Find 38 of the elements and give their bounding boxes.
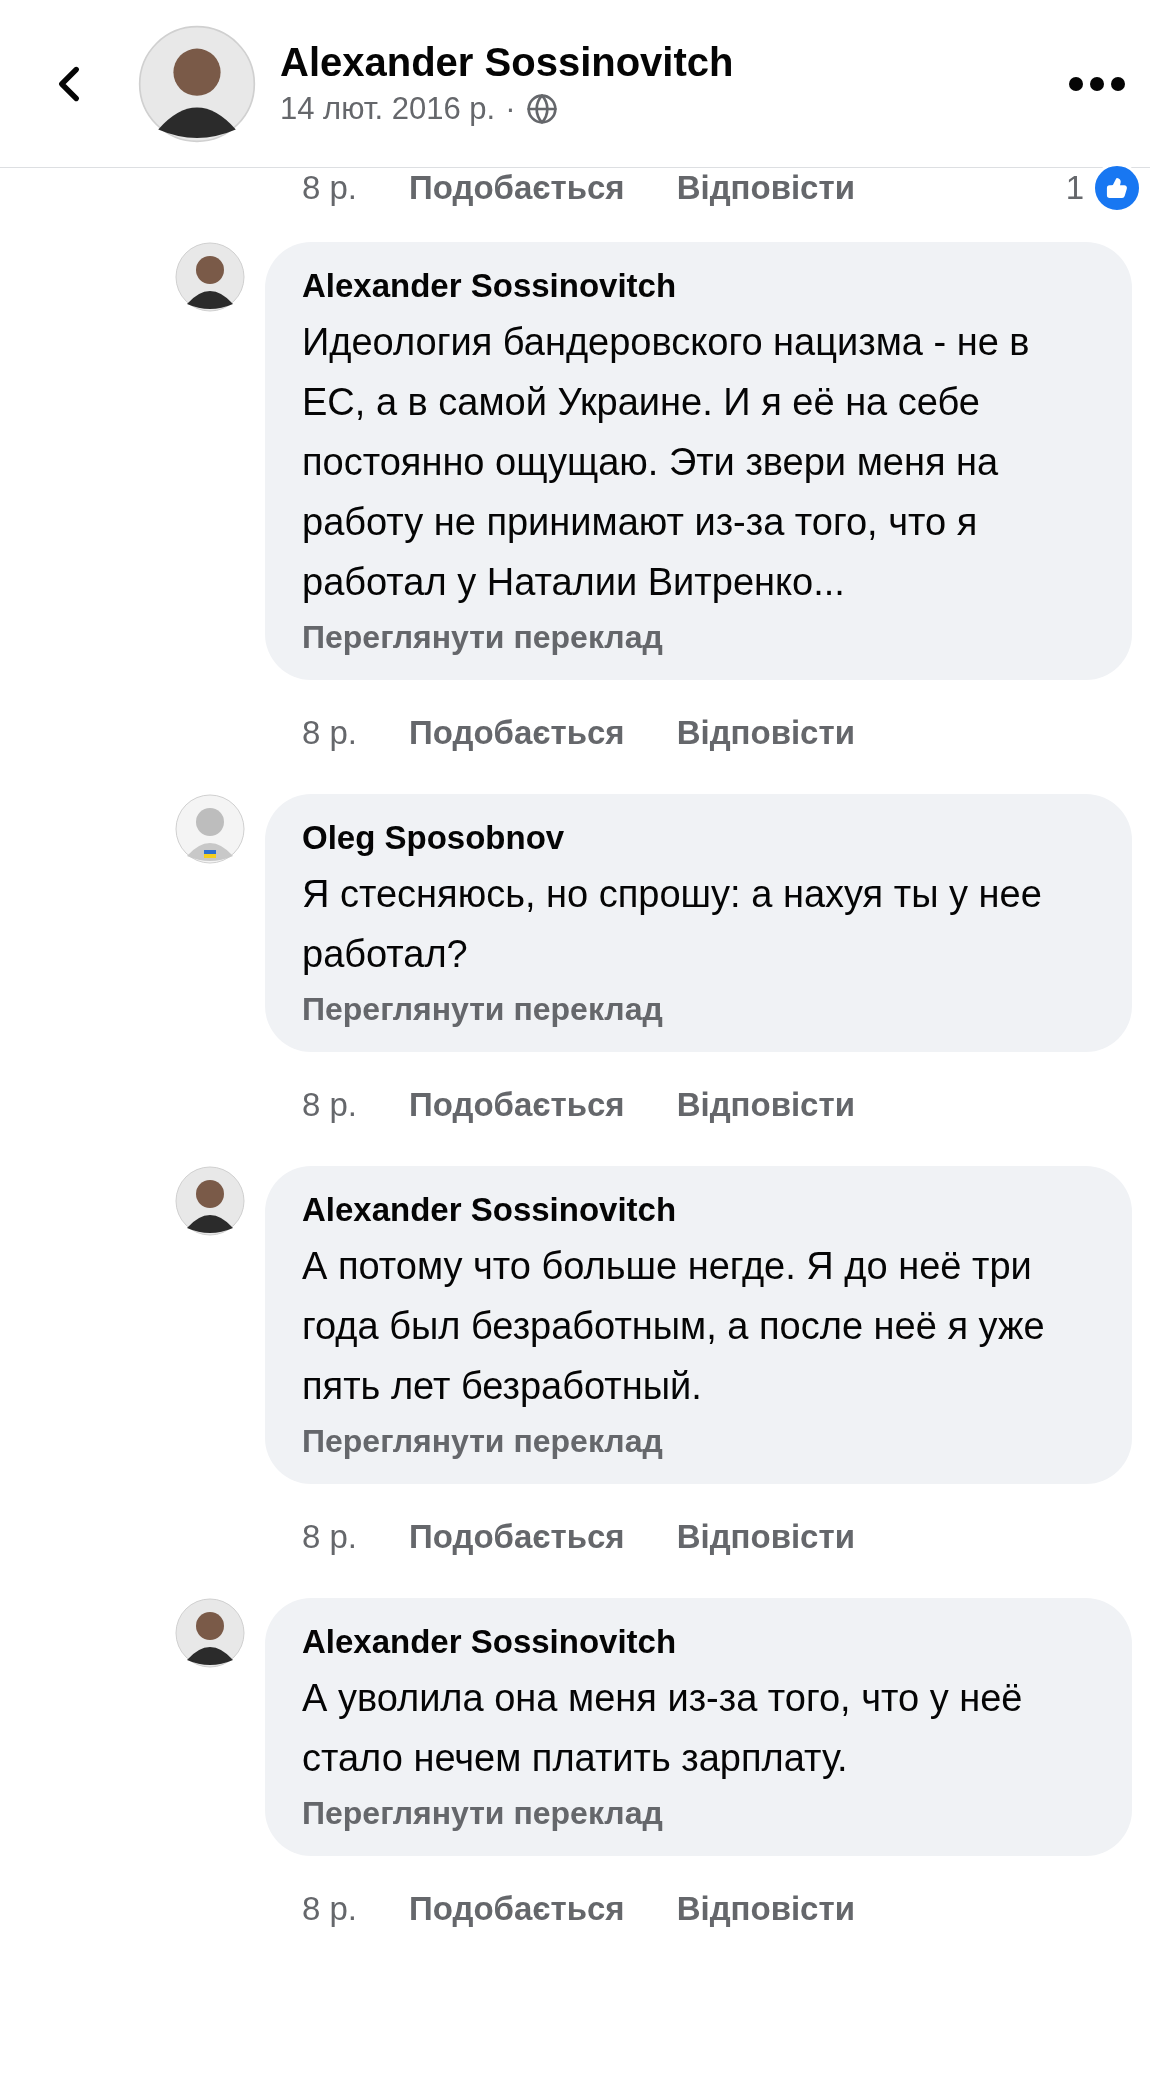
separator: · (505, 91, 516, 127)
comment-author[interactable]: Alexander Sossinovitch (302, 1190, 1102, 1230)
reply-button[interactable]: Відповісти (676, 1890, 855, 1928)
see-translation-link[interactable]: Переглянути переклад (302, 612, 1102, 662)
comment-text: Я стесняюсь, но спрошу: а нахуя ты у нее работал? (302, 872, 1043, 977)
avatar[interactable] (175, 1166, 245, 1236)
comment-time: 8 р. (302, 714, 358, 752)
post-date[interactable]: 14 лют. 2016 р. (280, 91, 496, 127)
see-translation-link[interactable]: Переглянути переклад (302, 984, 1102, 1034)
reply-button[interactable]: Відповісти (676, 169, 855, 207)
like-button[interactable]: Подобається (409, 1890, 625, 1928)
like-button[interactable]: Подобається (409, 169, 625, 207)
reply-button[interactable]: Відповісти (676, 714, 855, 752)
globe-icon (525, 93, 558, 125)
comment-time: 8 р. (302, 1890, 358, 1928)
avatar[interactable] (175, 242, 245, 312)
more-icon (1069, 76, 1125, 91)
like-button[interactable]: Подобається (409, 1086, 625, 1124)
comment-author[interactable]: Alexander Sossinovitch (302, 266, 1102, 306)
comment-time: 8 р. (302, 1518, 358, 1556)
more-button[interactable] (1069, 76, 1125, 91)
comment-author[interactable]: Alexander Sossinovitch (302, 1622, 1102, 1662)
reply-button[interactable]: Відповісти (676, 1086, 855, 1124)
reaction-count: 1 (1065, 169, 1084, 207)
see-translation-link[interactable]: Переглянути переклад (302, 1416, 1102, 1466)
like-button[interactable]: Подобається (409, 714, 625, 752)
avatar[interactable] (138, 24, 256, 143)
comment-text: Идеология бандеровского нацизма - не в ЕС, а в самой Украине. И я её на себе постоянно ощущаю. Эти звери меня на работу не принимают из-за того, что я работал у Наталии Витренко... (302, 320, 1031, 605)
see-translation-link[interactable]: Переглянути переклад (302, 1788, 1102, 1838)
author-name[interactable]: Alexander Sossinovitch (280, 40, 1069, 85)
comment-time: 8 р. (302, 169, 358, 207)
comment-text: А потому что больше негде. Я до неё три года был безработным, а после неё я уже пять лет безработный. (302, 1244, 1046, 1409)
reply-button[interactable]: Відповісти (676, 1518, 855, 1556)
comment-text: А уволила она меня из-за того, что у неё стало нечем платить зарплату. (302, 1676, 1024, 1781)
comment-author[interactable]: Oleg Sposobnov (302, 818, 1102, 858)
like-button[interactable]: Подобається (409, 1518, 625, 1556)
comment-time: 8 р. (302, 1086, 358, 1124)
avatar[interactable] (175, 1598, 245, 1668)
